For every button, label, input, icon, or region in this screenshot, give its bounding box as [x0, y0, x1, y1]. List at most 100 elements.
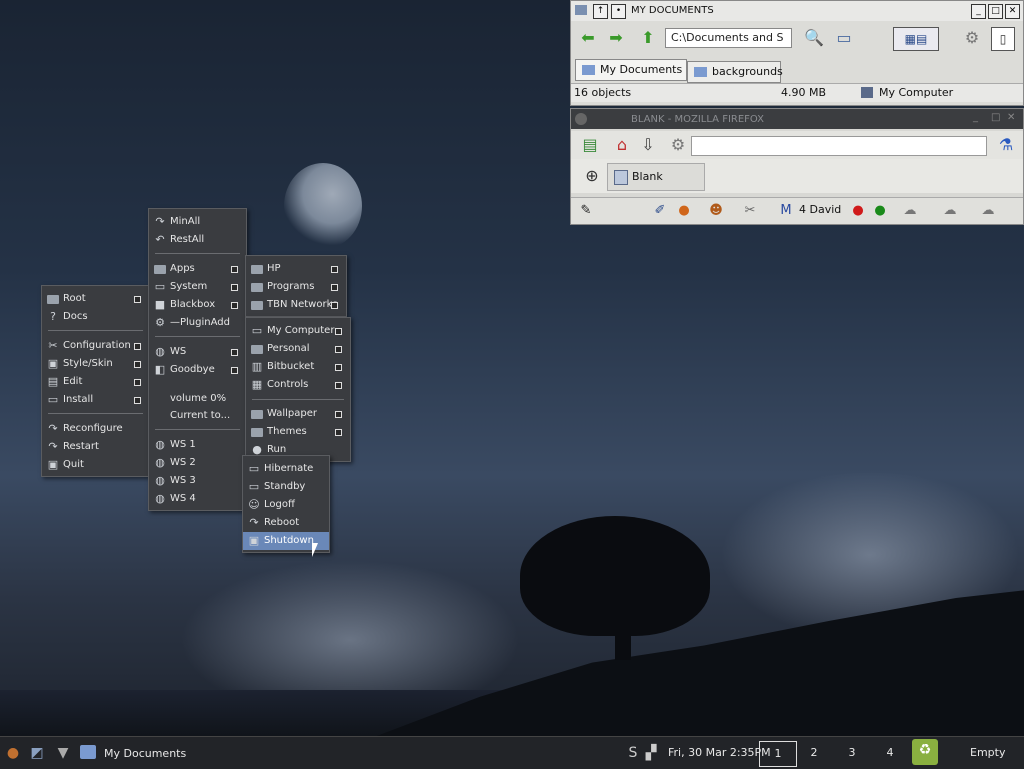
menu-item-wallpaper[interactable]: Wallpaper: [246, 405, 350, 423]
blackbox-icon: ■: [154, 298, 166, 311]
minimize-button[interactable]: _: [973, 112, 978, 123]
explorer-window: ↑ • MY DOCUMENTS _ □ ✕ ⬅ ➡ ⬆ C:\Document…: [570, 0, 1024, 106]
up-icon[interactable]: ↑: [593, 4, 608, 19]
menu-item-pluginadd[interactable]: ⚙ —PluginAdd: [149, 314, 246, 332]
forward-icon[interactable]: ➡: [605, 27, 627, 49]
tab-my-documents[interactable]: My Documents: [575, 59, 687, 81]
menu-item-programs[interactable]: Programs: [246, 278, 346, 296]
menu-item-restall[interactable]: ↶ RestAll: [149, 231, 246, 249]
address-field[interactable]: C:\Documents and S: [665, 28, 792, 48]
scissors-icon[interactable]: ✂: [739, 200, 761, 222]
menu-item-controls[interactable]: ▦ Controls: [246, 376, 350, 394]
recycle-bin-icon[interactable]: ♻: [912, 739, 938, 765]
app-launch-icon[interactable]: ◩: [26, 742, 48, 764]
logoff-icon: ☺: [248, 498, 260, 511]
maximize-button[interactable]: □: [991, 112, 1000, 123]
menu-item-goodbye[interactable]: ◧ Goodbye: [149, 361, 246, 379]
tab-backgrounds[interactable]: backgrounds: [687, 61, 783, 83]
workspace-4[interactable]: 4: [872, 741, 908, 765]
menu-item-personal[interactable]: Personal: [246, 340, 350, 358]
separator: [155, 336, 240, 337]
menu-item-docs[interactable]: ? Docs: [42, 308, 149, 326]
gear-icon[interactable]: ⚙: [667, 134, 689, 156]
settings-gear-icon[interactable]: ⚙: [961, 27, 983, 49]
menu-item-themes[interactable]: Themes: [246, 423, 350, 441]
firefox-titlebar[interactable]: BLANK - MOZILLA FIREFOX _ □ ✕: [571, 109, 1023, 129]
tab-blank[interactable]: Blank: [607, 163, 705, 191]
menu-item-minall[interactable]: ↷ MinAll: [149, 213, 246, 231]
task-my-documents[interactable]: My Documents: [76, 741, 226, 765]
menu-item-quit[interactable]: ▣ Quit: [42, 456, 149, 474]
alert-icon[interactable]: ●: [847, 200, 869, 222]
menu-item-bitbucket[interactable]: ▥ Bitbucket: [246, 358, 350, 376]
standby-icon: ▭: [248, 480, 260, 493]
up-arrow-icon[interactable]: ⬆: [637, 27, 659, 49]
menu-item-ws3[interactable]: ◍ WS 3: [149, 472, 246, 490]
folder-icon: [694, 67, 707, 77]
firefox-launch-icon[interactable]: ●: [2, 742, 24, 764]
menu-item-ws4[interactable]: ◍ WS 4: [149, 490, 246, 508]
menu-item-hp[interactable]: HP: [246, 260, 346, 278]
menu-item-ws[interactable]: ◍ WS: [149, 343, 246, 361]
home-icon[interactable]: ⌂: [611, 134, 633, 156]
workspace-2[interactable]: 2: [796, 741, 832, 765]
flask-icon[interactable]: ⚗: [995, 134, 1017, 156]
view-icon[interactable]: ▦▤: [893, 27, 939, 51]
menu-item-restart[interactable]: ↷ Restart: [42, 438, 149, 456]
root-icon: [46, 292, 60, 306]
app-launch-icon[interactable]: ▼: [52, 742, 74, 764]
menu-item-logoff[interactable]: ☺ Logoff: [243, 496, 329, 514]
menu-item-tbn-networks[interactable]: TBN Networks: [246, 296, 346, 314]
weather-icon[interactable]: ☁: [977, 200, 999, 222]
minimize-button[interactable]: _: [971, 4, 986, 19]
menu-item-system[interactable]: ▭ System: [149, 278, 246, 296]
menu-item-hibernate[interactable]: ▭ Hibernate: [243, 460, 329, 478]
menu-item-apps[interactable]: Apps: [149, 260, 246, 278]
gmail-icon[interactable]: M: [775, 200, 797, 222]
download-icon[interactable]: ⇩: [637, 134, 659, 156]
back-icon[interactable]: ⬅: [577, 27, 599, 49]
folder-icon: [250, 407, 264, 421]
menu-item-reconfigure[interactable]: ↷ Reconfigure: [42, 420, 149, 438]
firefox-logo-icon[interactable]: ●: [673, 200, 695, 222]
workspace-1[interactable]: 1: [759, 741, 797, 767]
menu-item-edit[interactable]: ▤ Edit: [42, 373, 149, 391]
submenu-indicator: [335, 346, 342, 353]
folders-icon[interactable]: ▭: [833, 27, 855, 49]
workspace-3[interactable]: 3: [834, 741, 870, 765]
menu-item-ws2[interactable]: ◍ WS 2: [149, 454, 246, 472]
ws-icon: ◍: [155, 492, 165, 505]
menu-item-root[interactable]: Root: [42, 290, 149, 308]
close-button[interactable]: ✕: [1007, 112, 1015, 123]
power-icon[interactable]: ●: [869, 200, 891, 222]
menu-item-configuration[interactable]: ✂ Configuration: [42, 337, 149, 355]
main-menu: ↷ MinAll ↶ RestAll Apps ▭ System ■ Blackbox …: [148, 208, 247, 511]
maximize-button[interactable]: □: [988, 4, 1003, 19]
menu-dot-icon[interactable]: •: [611, 4, 626, 19]
url-bar[interactable]: [691, 136, 987, 156]
search-icon[interactable]: 🔍: [803, 27, 825, 49]
menu-item-ws1[interactable]: ◍ WS 1: [149, 436, 246, 454]
menu-item-reboot[interactable]: ↷ Reboot: [243, 514, 329, 532]
pen-icon[interactable]: ✎: [575, 200, 597, 222]
menu-item-my-computer[interactable]: ▭ My Computer: [246, 322, 350, 340]
tray-network-icon[interactable]: ▞: [640, 742, 662, 764]
menu-item-blackbox[interactable]: ■ Blackbox: [149, 296, 246, 314]
explorer-titlebar[interactable]: ↑ • MY DOCUMENTS _ □ ✕: [571, 1, 1023, 21]
clock[interactable]: Fri, 30 Mar 2:35PM: [668, 737, 771, 769]
menu-item-volume[interactable]: volume 0%: [149, 390, 246, 408]
folder-icon: [250, 425, 264, 439]
switch-icon[interactable]: ▯: [991, 27, 1015, 51]
menu-item-style-skin[interactable]: ▣ Style/Skin: [42, 355, 149, 373]
menu-item-current-to[interactable]: Current to...: [149, 407, 246, 425]
menu-item-install[interactable]: ▭ Install: [42, 391, 149, 409]
new-tab-icon[interactable]: ⊕: [581, 165, 603, 187]
monkey-icon[interactable]: ☻: [705, 200, 727, 222]
mail-user-label[interactable]: 4 David: [799, 203, 841, 216]
weather-icon[interactable]: ☁: [899, 200, 921, 222]
bookmarks-menu-icon[interactable]: ▤: [579, 134, 601, 156]
close-button[interactable]: ✕: [1005, 4, 1020, 19]
weather-icon[interactable]: ☁: [939, 200, 961, 222]
note-icon[interactable]: ✐: [649, 200, 671, 222]
menu-item-standby[interactable]: ▭ Standby: [243, 478, 329, 496]
